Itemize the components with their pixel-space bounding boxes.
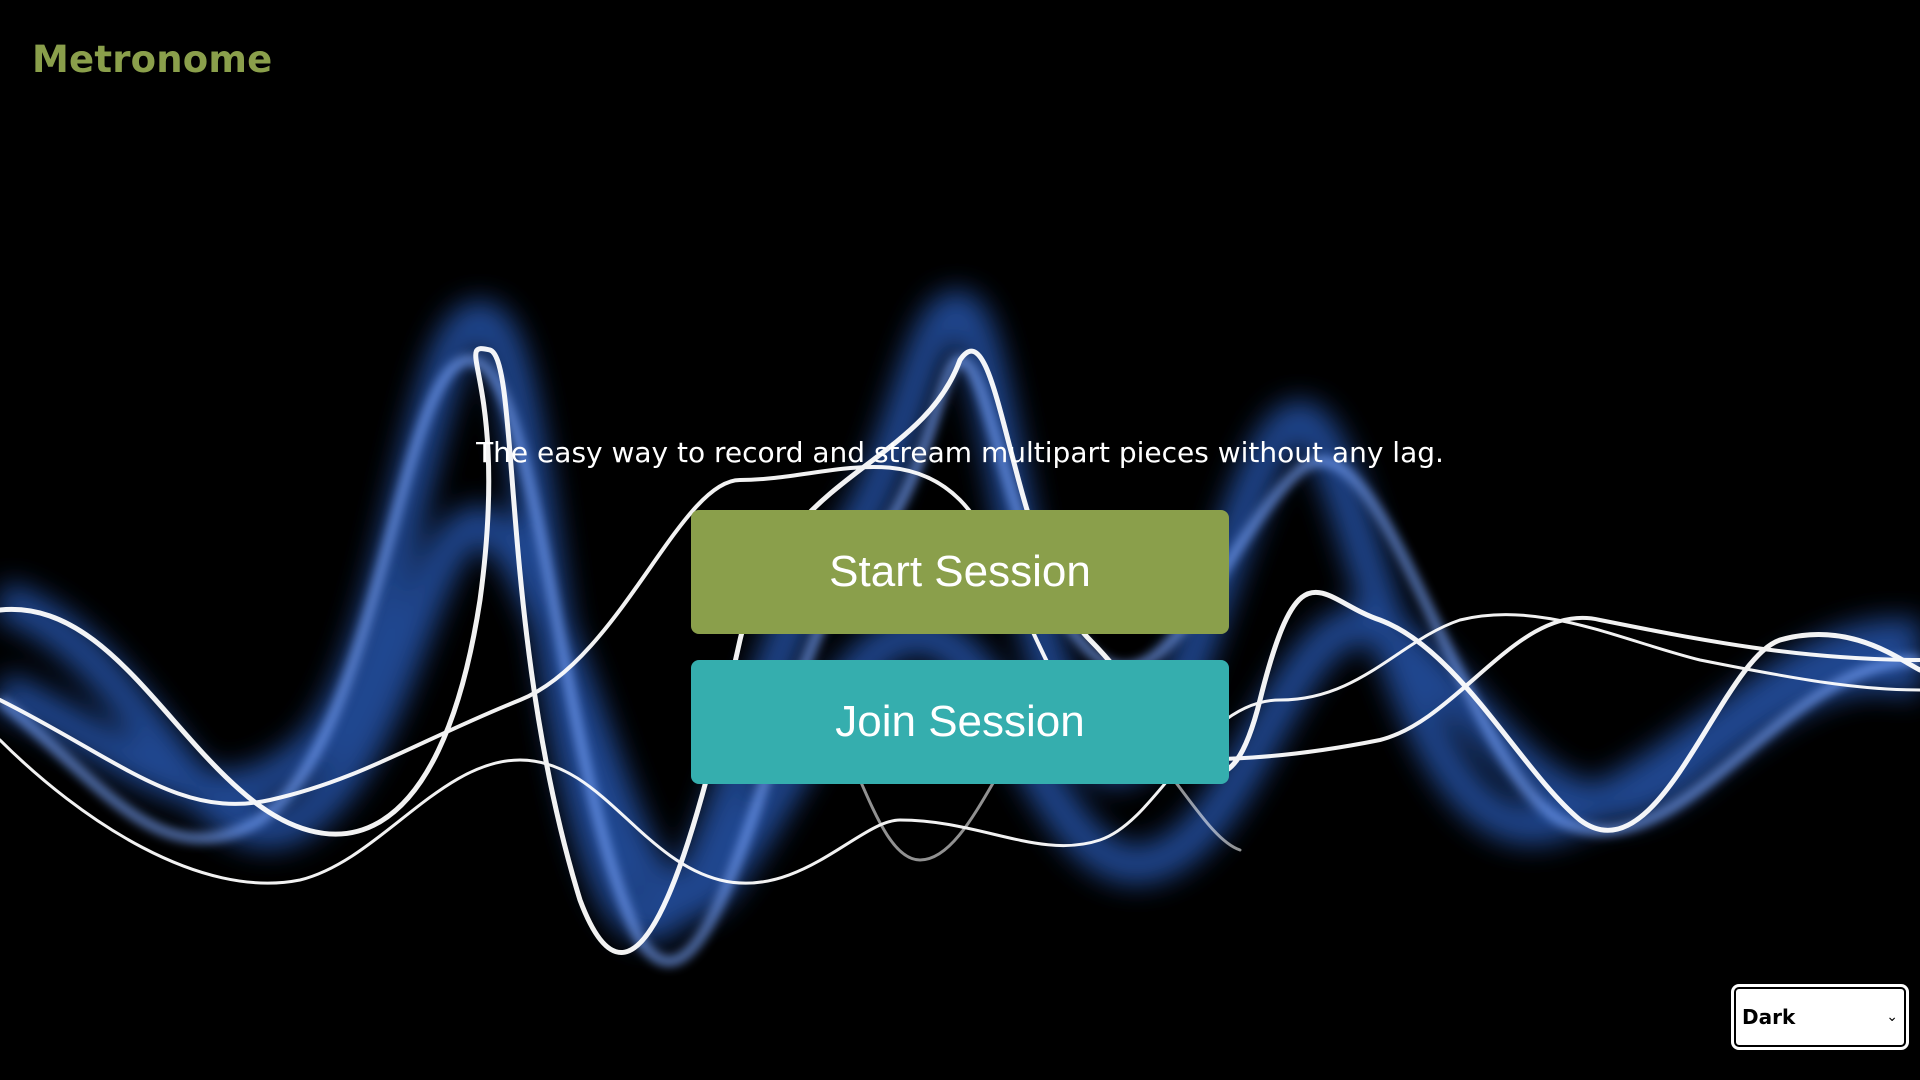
theme-select[interactable]: Dark ⌄ [1731,984,1909,1050]
join-session-button[interactable]: Join Session [691,660,1229,784]
theme-select-value: Dark [1742,1005,1796,1029]
hero-tagline: The easy way to record and stream multip… [476,436,1444,469]
app-title: Metronome [32,38,273,81]
landing-page: Metronome The easy way to record and str… [0,0,1920,1080]
start-session-button[interactable]: Start Session [691,510,1229,634]
chevron-down-icon: ⌄ [1886,1009,1898,1025]
